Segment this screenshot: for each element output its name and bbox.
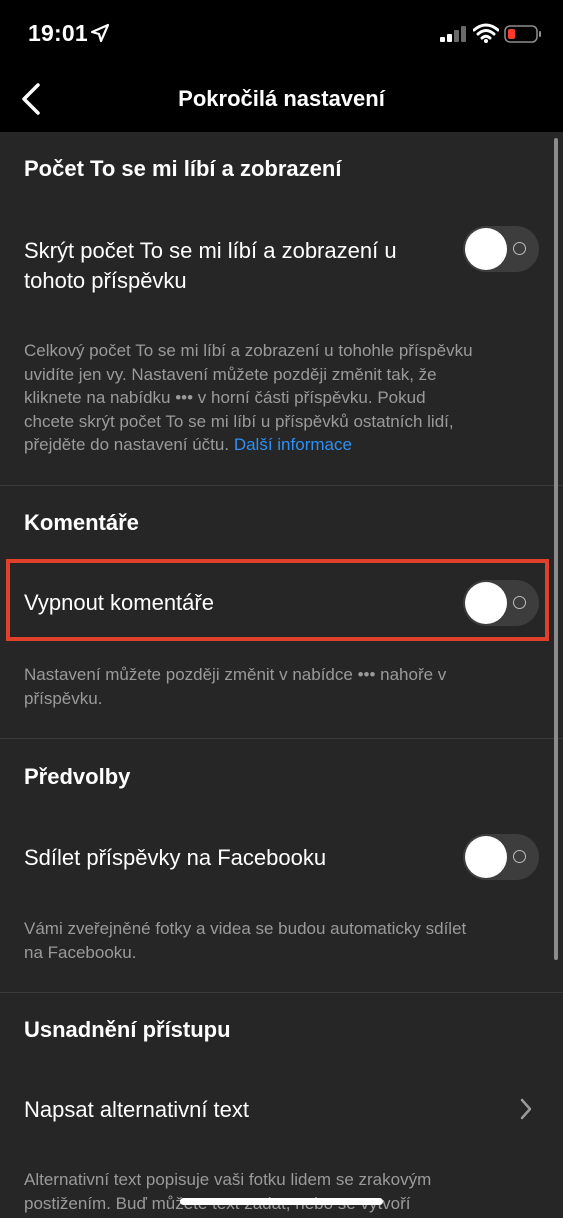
toggle-off-indicator-icon [513, 242, 526, 255]
toggle-off-indicator-icon [513, 850, 526, 863]
facebook-description-line1: Vámi zveřejněné fotky a videa se budou a… [24, 919, 467, 938]
nav-bar: Pokročilá nastavení [0, 66, 563, 132]
hide-likes-toggle[interactable] [463, 226, 539, 272]
likes-description: Celkový počet To se mi líbí a zobrazení … [24, 339, 539, 457]
facebook-description-line2: na Facebooku. [24, 942, 137, 962]
likes-description-line2: uvidíte jen vy. Nastavení můžete později… [24, 364, 437, 384]
share-facebook-label: Sdílet příspěvky na Facebooku [24, 845, 327, 870]
likes-description-line4: chcete skrýt počet To se mi líbí u přísp… [24, 411, 454, 431]
scrollbar[interactable] [554, 138, 558, 960]
toggle-knob [465, 836, 507, 878]
page-title: Pokročilá nastavení [178, 86, 385, 111]
likes-description-line5-text: přejděte do nastavení účtu. [24, 435, 230, 454]
hide-likes-label-line1: Skrýt počet To se mi líbí a zobrazení u [24, 238, 397, 263]
chevron-right-icon[interactable] [519, 1098, 533, 1120]
hide-likes-label-line2: tohoto příspěvku [24, 268, 187, 293]
disable-comments-toggle[interactable] [463, 580, 539, 626]
status-bar: 19:01 [0, 0, 563, 66]
likes-description-line1: Celkový počet To se mi líbí a zobrazení … [24, 341, 473, 360]
settings-content: Počet To se mi líbí a zobrazení Skrýt po… [0, 132, 563, 1218]
comments-description-line2: příspěvku. [24, 688, 103, 708]
section-divider [0, 485, 563, 486]
battery-low-icon [504, 25, 541, 43]
comments-description: Nastavení můžete později změnit v nabídc… [24, 663, 539, 710]
section-divider [0, 738, 563, 739]
share-facebook-toggle[interactable] [463, 834, 539, 880]
alt-text-description-line1: Alternativní text popisuje vaši fotku li… [24, 1170, 432, 1189]
signal-icon [440, 26, 466, 42]
section-title-likes: Počet To se mi líbí a zobrazení [24, 156, 342, 181]
section-divider [0, 992, 563, 993]
section-title-accessibility: Usnadnění přístupu [24, 1017, 231, 1042]
section-title-preferences: Předvolby [24, 764, 131, 789]
facebook-description: Vámi zveřejněné fotky a videa se budou a… [24, 917, 539, 964]
status-time: 19:01 [28, 20, 88, 46]
toggle-knob [465, 228, 507, 270]
learn-more-link[interactable]: Další informace [234, 435, 352, 454]
wifi-icon [473, 23, 499, 43]
comments-description-line1: Nastavení můžete později změnit v nabídc… [24, 665, 447, 684]
disable-comments-label: Vypnout komentáře [24, 590, 214, 615]
toggle-off-indicator-icon [513, 596, 526, 609]
toggle-knob [465, 582, 507, 624]
home-indicator[interactable] [180, 1198, 383, 1205]
likes-description-line5: přejděte do nastavení účtu. Další inform… [24, 433, 539, 457]
section-title-comments: Komentáře [24, 510, 139, 535]
likes-description-line3: kliknete na nabídku ••• v horní části př… [24, 388, 426, 407]
location-arrow-icon [90, 23, 110, 43]
hide-likes-label: Skrýt počet To se mi líbí a zobrazení u … [24, 236, 397, 296]
alt-text-description: Alternativní text popisuje vaši fotku li… [24, 1168, 539, 1215]
alt-text-label[interactable]: Napsat alternativní text [24, 1095, 249, 1125]
